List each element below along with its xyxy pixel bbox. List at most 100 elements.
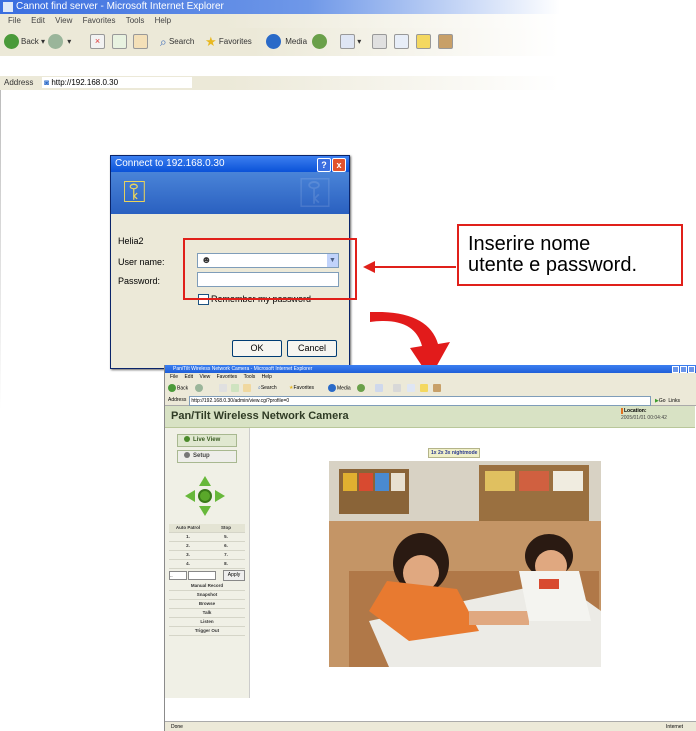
keys-icon: ⚿ <box>123 176 146 209</box>
help-button[interactable]: ? <box>317 158 331 172</box>
favorites-label: Favorites <box>218 37 252 47</box>
preset-5[interactable]: 5. <box>207 533 245 541</box>
preset-1[interactable]: 1. <box>169 533 207 541</box>
favorites-button[interactable]: ★ Favorites <box>205 34 252 50</box>
edit-button[interactable] <box>394 34 409 50</box>
maximize-icon[interactable] <box>680 366 687 373</box>
camera-title-bar: Pan/Tilt Wireless Network Camera - Micro… <box>165 365 696 373</box>
cancel-button[interactable]: Cancel <box>287 340 337 357</box>
minimize-icon[interactable] <box>672 366 679 373</box>
pan-right-icon[interactable] <box>215 490 225 502</box>
star-icon: ★ <box>205 34 217 49</box>
menu-edit[interactable]: Edit <box>184 374 193 380</box>
discuss-button[interactable] <box>416 34 431 50</box>
messenger-button[interactable] <box>433 384 442 392</box>
preset-4[interactable]: 4. <box>169 560 207 568</box>
manual-record-button[interactable]: Manual Record <box>169 582 245 591</box>
menu-favorites[interactable]: Favorites <box>83 16 116 25</box>
preset-8[interactable]: 8. <box>207 560 245 568</box>
stop-icon: × <box>90 34 105 50</box>
resolution-bar[interactable]: 1x 2x 3x nightmode <box>428 448 481 458</box>
media-button[interactable]: Media <box>328 384 351 392</box>
auto-patrol-link[interactable]: Auto Patrol <box>169 524 207 532</box>
media-label: Media <box>337 385 351 392</box>
edit-button[interactable] <box>407 384 416 392</box>
menu-help[interactable]: Help <box>262 374 272 380</box>
talk-button[interactable]: Talk <box>169 609 245 618</box>
home-button[interactable] <box>133 34 148 50</box>
ie-page-icon <box>3 2 13 12</box>
discuss-button[interactable] <box>420 384 429 392</box>
address-input[interactable]: ◙ http://192.168.0.30 <box>42 77 192 88</box>
media-icon <box>328 384 336 392</box>
messenger-button[interactable] <box>438 34 453 50</box>
stop-button[interactable] <box>219 384 228 392</box>
preset-3[interactable]: 3. <box>169 551 207 559</box>
refresh-button[interactable] <box>231 384 240 392</box>
live-view-button[interactable]: Live View <box>177 434 237 447</box>
menu-view[interactable]: View <box>199 374 210 380</box>
camera-icon <box>184 436 190 443</box>
preset-2[interactable]: 2. <box>169 542 207 550</box>
home-position-button[interactable] <box>198 489 212 503</box>
menu-tools[interactable]: Tools <box>126 16 145 25</box>
menu-view[interactable]: View <box>55 16 72 25</box>
ok-button[interactable]: OK <box>232 340 282 357</box>
favorites-label: Favorites <box>293 385 315 391</box>
trigger-out-button[interactable]: Trigger Out <box>169 627 245 636</box>
preset-name-input[interactable] <box>188 571 216 580</box>
go-button[interactable]: ▶Go Links <box>655 396 680 406</box>
address-input[interactable]: http://192.168.0.30/admin/view.cgi?profi… <box>189 396 651 406</box>
edit-icon <box>394 34 409 50</box>
browse-button[interactable]: Browse <box>169 600 245 609</box>
forward-button[interactable] <box>195 384 204 392</box>
search-button[interactable]: ⌕Search <box>258 384 277 392</box>
stop-button[interactable]: × <box>90 34 105 50</box>
tilt-up-icon[interactable] <box>199 476 211 486</box>
links-label[interactable]: Links <box>668 398 680 404</box>
callout-line-1: Inserire nome <box>468 233 591 255</box>
search-button[interactable]: ⌕ Search <box>160 34 194 50</box>
go-label: Go <box>658 398 666 404</box>
refresh-button[interactable] <box>112 34 127 50</box>
menu-file[interactable]: File <box>8 16 21 25</box>
listen-button[interactable]: Listen <box>169 618 245 627</box>
close-button[interactable]: x <box>332 158 346 172</box>
user-name-label: User name: <box>118 257 165 267</box>
print-button[interactable] <box>393 384 402 392</box>
menu-help[interactable]: Help <box>155 16 171 25</box>
history-button[interactable] <box>357 384 366 392</box>
back-button[interactable]: Back <box>168 384 188 392</box>
setup-button[interactable]: Setup <box>177 450 237 463</box>
forward-arrow-icon <box>48 34 63 50</box>
apply-button[interactable]: Apply <box>223 570 245 581</box>
media-button[interactable]: Media <box>266 34 307 50</box>
tilt-down-icon[interactable] <box>199 506 211 516</box>
pan-left-icon[interactable] <box>185 490 195 502</box>
mail-button[interactable] <box>375 384 384 392</box>
mail-button[interactable]: ▾ <box>340 34 361 50</box>
home-button[interactable] <box>243 384 252 392</box>
history-button[interactable] <box>312 34 329 50</box>
stop-link[interactable]: Stop <box>207 524 245 532</box>
back-button[interactable]: Back ▾ <box>4 34 45 50</box>
forward-button[interactable]: ▾ <box>48 34 71 50</box>
ie-page-icon: ◙ <box>44 78 50 87</box>
preset-6[interactable]: 6. <box>207 542 245 550</box>
menu-file[interactable]: File <box>170 374 178 380</box>
menu-favorites[interactable]: Favorites <box>217 374 238 380</box>
snapshot-button[interactable]: Snapshot <box>169 591 245 600</box>
search-label: Search <box>260 385 277 391</box>
menu-tools[interactable]: Tools <box>244 374 256 380</box>
preset-select[interactable]: -- <box>169 571 187 580</box>
address-bar: Address ◙ http://192.168.0.30 <box>0 76 560 90</box>
callout-connector <box>372 266 456 268</box>
address-url: http://192.168.0.30/admin/view.cgi?profi… <box>191 398 290 404</box>
history-icon <box>357 384 365 392</box>
favorites-button[interactable]: ★Favorites <box>289 384 314 392</box>
preset-7[interactable]: 7. <box>207 551 245 559</box>
print-button[interactable] <box>372 34 387 50</box>
close-icon[interactable] <box>688 366 695 373</box>
menu-edit[interactable]: Edit <box>31 16 45 25</box>
refresh-icon <box>231 384 239 392</box>
